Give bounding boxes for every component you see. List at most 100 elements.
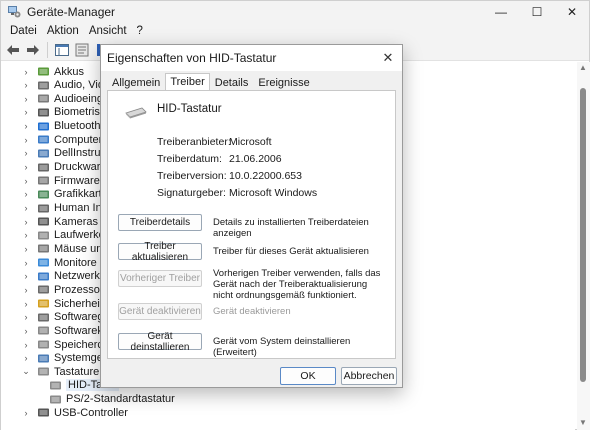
chevron-right-icon[interactable]: › bbox=[21, 135, 31, 145]
chevron-right-icon[interactable]: › bbox=[21, 244, 31, 254]
properties-view-icon bbox=[55, 43, 69, 56]
chevron-right-icon[interactable]: › bbox=[21, 80, 31, 90]
tree-item-label: PS/2-Standardtastatur bbox=[66, 393, 175, 406]
chevron-right-icon[interactable]: › bbox=[21, 203, 31, 213]
tree-category[interactable]: › Firmware bbox=[21, 174, 100, 187]
computer-icon bbox=[37, 133, 50, 146]
chevron-right-icon[interactable]: › bbox=[21, 148, 31, 158]
mouse-icon bbox=[37, 242, 50, 255]
chevron-right-icon[interactable]: › bbox=[21, 258, 31, 268]
tree-category[interactable]: › Kameras bbox=[21, 215, 99, 228]
display-adapter-icon bbox=[37, 188, 50, 201]
chevron-down-icon[interactable]: ⌄ bbox=[21, 366, 31, 377]
keyboard-icon bbox=[37, 365, 50, 378]
tab-allgemein[interactable]: Allgemein bbox=[107, 74, 165, 90]
chevron-right-icon[interactable]: › bbox=[21, 217, 31, 227]
usb-icon bbox=[37, 406, 50, 419]
back-arrow-icon bbox=[7, 44, 19, 55]
driver-details-button[interactable]: Treiberdetails bbox=[118, 214, 202, 231]
uninstall-device-button[interactable]: Gerät deinstallieren bbox=[118, 331, 202, 353]
properties-button[interactable] bbox=[73, 41, 91, 59]
dialog-title-bar: Eigenschaften von HID-Tastatur ✕ bbox=[101, 45, 402, 71]
menu-ansicht[interactable]: Ansicht bbox=[84, 23, 132, 39]
menu-help[interactable]: ? bbox=[132, 23, 148, 39]
keyboard-icon bbox=[49, 393, 62, 406]
printer-icon bbox=[37, 161, 50, 174]
tree-item-label: USB-Controller bbox=[54, 406, 128, 419]
menu-datei[interactable]: Datei bbox=[5, 23, 42, 39]
chevron-right-icon[interactable]: › bbox=[21, 67, 31, 77]
vertical-scrollbar[interactable]: ▲ ▼ bbox=[577, 62, 590, 430]
scroll-down-arrow-icon[interactable]: ▼ bbox=[579, 419, 587, 427]
tree-category[interactable]: › USB-Controller bbox=[21, 406, 128, 419]
tree-category[interactable]: › Bluetooth bbox=[21, 120, 101, 133]
tree-category[interactable]: › Computer bbox=[21, 133, 103, 146]
camera-icon bbox=[37, 215, 50, 228]
maximize-icon: ☐ bbox=[531, 5, 543, 19]
tree-item-label: Bluetooth bbox=[54, 120, 101, 133]
minimize-button[interactable]: — bbox=[483, 1, 519, 23]
roll-back-driver-button[interactable]: Vorheriger Treiber bbox=[118, 270, 202, 287]
component-icon bbox=[37, 324, 50, 337]
close-icon: ✕ bbox=[566, 5, 578, 19]
tree-item-label: Akkus bbox=[54, 65, 84, 78]
forward-button[interactable] bbox=[24, 41, 42, 59]
chevron-right-icon[interactable]: › bbox=[21, 230, 31, 240]
scroll-up-arrow-icon[interactable]: ▲ bbox=[579, 64, 587, 72]
close-icon: ✕ bbox=[382, 50, 394, 65]
tab-treiber[interactable]: Treiber bbox=[165, 73, 210, 91]
chevron-right-icon[interactable]: › bbox=[21, 408, 31, 418]
tree-category[interactable]: ⌄ Tastaturen bbox=[21, 365, 105, 378]
tree-category[interactable]: › Monitore bbox=[21, 256, 97, 269]
chevron-right-icon[interactable]: › bbox=[21, 312, 31, 322]
tree-category[interactable]: › Akkus bbox=[21, 65, 84, 78]
chevron-right-icon[interactable]: › bbox=[21, 162, 31, 172]
cancel-button[interactable]: Abbrechen bbox=[341, 367, 397, 385]
chevron-right-icon[interactable]: › bbox=[21, 121, 31, 131]
menu-bar: Datei Aktion Ansicht ? bbox=[1, 23, 589, 39]
driver-provider-label: Treiberanbieter: bbox=[157, 136, 231, 148]
chevron-right-icon[interactable]: › bbox=[21, 340, 31, 350]
disable-device-button[interactable]: Gerät deaktivieren bbox=[118, 303, 202, 320]
properties-icon bbox=[75, 43, 89, 56]
menu-aktion[interactable]: Aktion bbox=[42, 23, 84, 39]
device-name: HID-Tastatur bbox=[157, 103, 222, 115]
minimize-icon: — bbox=[495, 5, 507, 19]
bluetooth-icon bbox=[37, 120, 50, 133]
chevron-right-icon[interactable]: › bbox=[21, 271, 31, 281]
roll-back-driver-description: Vorherigen Treiber verwenden, falls das … bbox=[213, 268, 381, 301]
tree-item-label: Computer bbox=[54, 133, 103, 146]
dialog-tabs: Allgemein Treiber Details Ereignisse bbox=[107, 73, 315, 91]
dialog-title: Eigenschaften von HID-Tastatur bbox=[107, 51, 277, 65]
chevron-right-icon[interactable]: › bbox=[21, 285, 31, 295]
fingerprint-icon bbox=[37, 106, 50, 119]
chevron-right-icon[interactable]: › bbox=[21, 299, 31, 309]
storage-icon bbox=[37, 338, 50, 351]
driver-date-value: 21.06.2006 bbox=[229, 153, 282, 165]
maximize-button[interactable]: ☐ bbox=[519, 1, 555, 23]
window-title: Geräte-Manager bbox=[27, 5, 116, 19]
view-button[interactable] bbox=[53, 41, 71, 59]
scroll-thumb[interactable] bbox=[580, 88, 586, 382]
chevron-right-icon[interactable]: › bbox=[21, 94, 31, 104]
chevron-right-icon[interactable]: › bbox=[21, 326, 31, 336]
update-driver-button[interactable]: Treiber aktualisieren bbox=[118, 241, 202, 263]
close-window-button[interactable]: ✕ bbox=[554, 1, 590, 23]
keyboard-icon bbox=[49, 379, 62, 392]
chevron-right-icon[interactable]: › bbox=[21, 176, 31, 186]
chevron-right-icon[interactable]: › bbox=[21, 353, 31, 363]
back-button[interactable] bbox=[4, 41, 22, 59]
tree-category[interactable]: › Laufwerke bbox=[21, 229, 105, 242]
dialog-close-button[interactable]: ✕ bbox=[379, 49, 397, 67]
digital-signer-label: Signaturgeber: bbox=[157, 187, 226, 199]
tree-item-label: Laufwerke bbox=[54, 229, 105, 242]
tree-child-item[interactable]: ›PS/2-Standardtastatur bbox=[33, 393, 175, 406]
ok-button[interactable]: OK bbox=[280, 367, 336, 385]
driver-provider-value: Microsoft bbox=[229, 136, 272, 148]
tab-details[interactable]: Details bbox=[210, 74, 254, 90]
driver-version-value: 10.0.22000.653 bbox=[229, 170, 302, 182]
chevron-right-icon[interactable]: › bbox=[21, 107, 31, 117]
tab-ereignisse[interactable]: Ereignisse bbox=[253, 74, 314, 90]
chevron-right-icon[interactable]: › bbox=[21, 189, 31, 199]
cpu-icon bbox=[37, 283, 50, 296]
